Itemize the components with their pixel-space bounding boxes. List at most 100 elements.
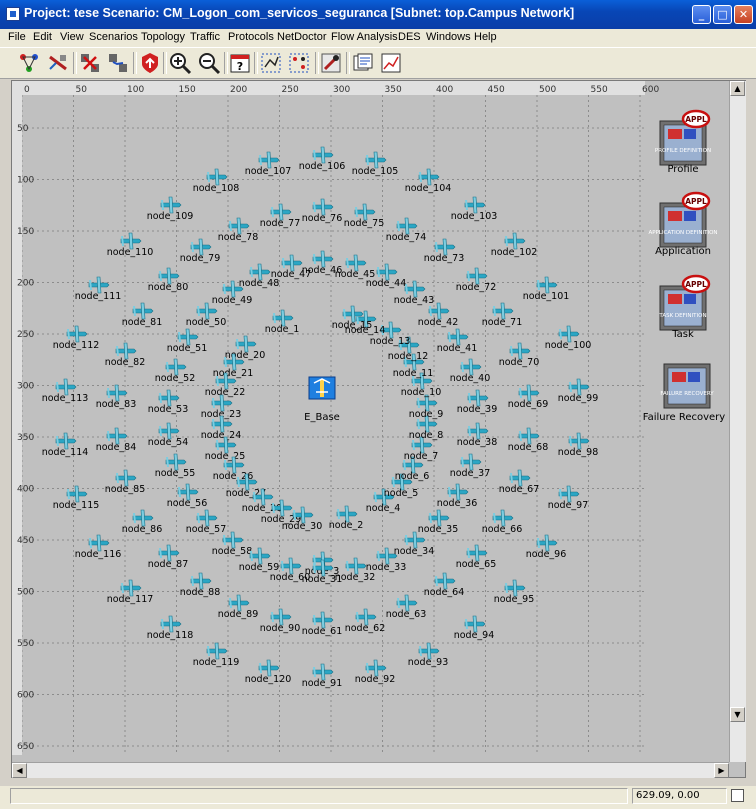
node-label: node_7 [404,451,439,462]
ruler-x-label: 100 [127,85,144,95]
zoom-in-icon[interactable] [168,51,192,75]
ruler-y-label: 400 [17,485,34,495]
ruler-y-label: 600 [17,691,34,701]
node-label: node_108 [193,183,240,194]
menu-bar: File Edit View Scenarios Topology Traffi… [0,29,756,48]
toolbar: ? [0,48,756,79]
title-bar: Project: tese Scenario: CM_Logon_com_ser… [0,0,756,29]
menu-edit[interactable]: Edit [33,31,52,43]
node-label: node_1 [265,324,300,335]
menu-file[interactable]: File [8,31,26,43]
close-button[interactable]: ✕ [734,5,753,24]
app-icon[interactable] [6,7,20,21]
flow-analysis-icon[interactable] [351,51,375,75]
hide-statistics-icon[interactable] [287,51,311,75]
view-results-icon[interactable] [259,51,283,75]
node-label: node_110 [107,247,154,258]
node-label: node_63 [386,609,427,620]
node-label: node_71 [482,317,523,328]
node-label: node_42 [418,317,459,328]
ruler-x-label: 600 [642,85,659,95]
node-label: node_75 [344,218,385,229]
node-label: node_120 [245,674,292,685]
node-label: node_93 [408,657,449,668]
palette-badge: APPL [685,115,707,124]
return-to-parent-icon[interactable] [138,51,162,75]
node-label: node_111 [75,291,122,302]
menu-protocols[interactable]: Protocols [228,31,274,43]
node-label: node_112 [53,340,100,351]
node-label: node_9 [409,409,444,420]
node-label: node_99 [558,393,599,404]
node-label: node_94 [454,630,495,641]
check-links-icon[interactable] [46,51,70,75]
import-traffic-icon[interactable] [319,51,343,75]
node-label: node_119 [193,657,240,668]
menu-topology[interactable]: Topology [141,31,185,43]
scroll-up-button[interactable]: ▲ [730,81,745,96]
base-station-icon[interactable] [308,376,336,400]
ruler-y-label: 50 [17,124,29,134]
node-label: node_88 [180,587,221,598]
node-label: node_52 [155,373,196,384]
zoom-out-icon[interactable] [197,51,221,75]
ruler-x-label: 400 [436,85,453,95]
maximize-button[interactable]: □ [713,5,732,24]
ruler-x-label: 50 [76,85,88,95]
node-label: node_116 [75,549,122,560]
menu-help[interactable]: Help [474,31,497,43]
node-label: node_104 [405,183,452,194]
node-label: node_56 [167,498,208,509]
ruler-y-label: 250 [17,330,34,340]
horizontal-scrollbar[interactable]: ◀ ▶ [12,762,729,778]
node-label: node_78 [218,232,259,243]
menu-traffic[interactable]: Traffic [190,31,220,43]
scroll-left-button[interactable]: ◀ [12,763,27,778]
network-canvas[interactable]: 0 50 100 150 200 250 300 350 400 450 500 550 600 50 10… [12,81,729,762]
node-label: node_86 [122,524,163,535]
scroll-right-button[interactable]: ▶ [714,763,729,778]
node-label: node_22 [205,387,246,398]
node-label: node_33 [366,562,407,573]
ruler-x-label: 500 [539,85,556,95]
ruler-x-label: 150 [179,85,196,95]
ruler-x-label: 0 [24,85,30,95]
minimize-button[interactable]: _ [692,5,711,24]
status-grid-icon[interactable] [731,789,744,802]
node-label: node_37 [450,468,491,479]
toolbar-separator [163,52,167,74]
graph-icon[interactable] [379,51,403,75]
menu-netdoctor[interactable]: NetDoctor [277,31,327,43]
failure-recovery-icon[interactable] [663,363,711,409]
base-station-label: E_Base [304,412,340,423]
scroll-down-button[interactable]: ▼ [730,707,745,722]
toolbar-separator [73,52,77,74]
node-label: node_20 [225,350,266,361]
open-palette-icon[interactable] [17,51,41,75]
node-label: node_77 [260,218,301,229]
node-label: node_66 [482,524,523,535]
node-label: node_115 [53,500,100,511]
palette-label: Failure Recovery [643,412,726,423]
menu-des[interactable]: DES [398,31,421,43]
node-label: node_106 [299,161,346,172]
menu-flow-analysis[interactable]: Flow Analysis [331,31,398,43]
palette-label: Profile [667,164,698,175]
node-label: node_54 [148,437,189,448]
menu-windows[interactable]: Windows [426,31,471,43]
node-label: node_117 [107,594,154,605]
node-label: node_114 [42,447,89,458]
node-label: node_49 [212,295,253,306]
palette-caption: PROFILE DEFINITION [655,148,711,154]
node-label: node_107 [245,166,292,177]
recover-node-icon[interactable] [106,51,130,75]
menu-scenarios[interactable]: Scenarios [89,31,138,43]
configure-run-des-icon[interactable]: ? [228,51,252,75]
ruler-y-label: 450 [17,536,34,546]
menu-view[interactable]: View [60,31,84,43]
vertical-scrollbar[interactable]: ▲ ▼ [729,81,746,762]
node-label: node_87 [148,559,189,570]
ruler-y-label: 100 [17,176,34,186]
fail-node-icon[interactable] [78,51,102,75]
node-label: node_95 [494,594,535,605]
